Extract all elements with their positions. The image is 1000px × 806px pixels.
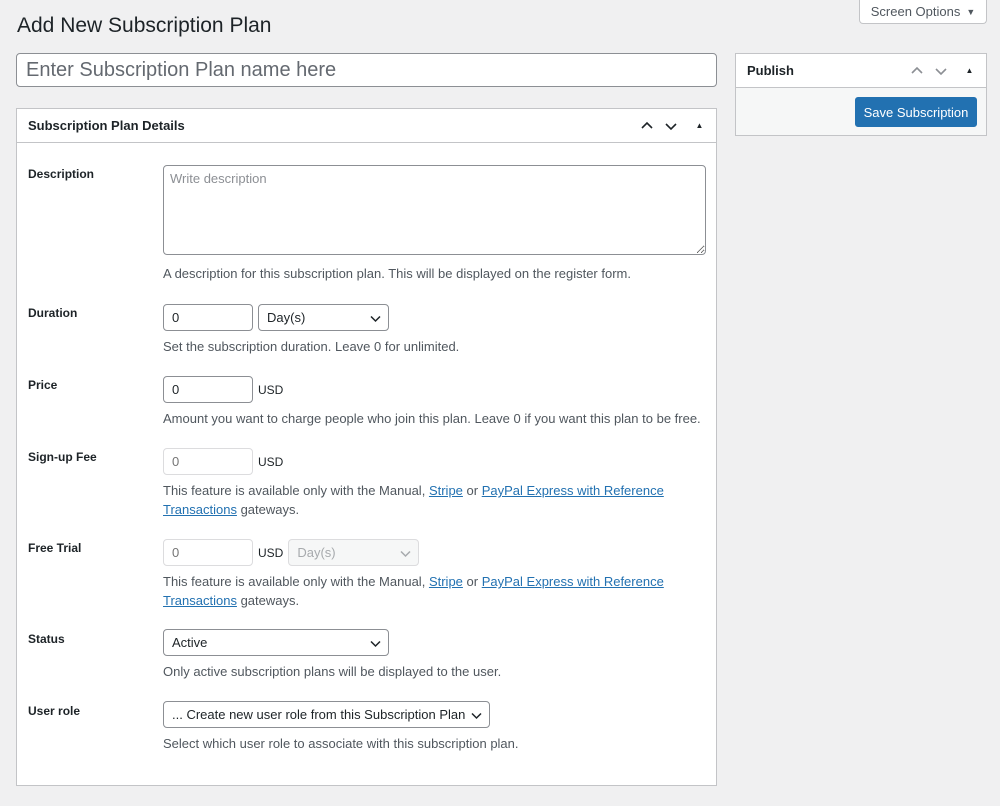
free-trial-input: [163, 539, 253, 566]
details-box-header: Subscription Plan Details ▲: [17, 109, 716, 143]
user-role-value: ... Create new user role from this Subsc…: [172, 707, 466, 722]
price-currency: USD: [258, 382, 284, 397]
free-trial-field: USD Day(s) This feature is available onl…: [163, 539, 664, 610]
paypal-link-continued[interactable]: Transactions: [163, 593, 237, 608]
plan-name-input[interactable]: [16, 53, 717, 87]
free-trial-help-pre: This feature is available only with the …: [163, 574, 426, 589]
move-up-icon[interactable]: [905, 54, 929, 87]
duration-unit-select[interactable]: Day(s): [258, 304, 389, 331]
paypal-link[interactable]: PayPal Express with Reference: [482, 574, 664, 589]
publish-box-body: Save Subscription: [736, 88, 986, 135]
description-help: A description for this subscription plan…: [163, 266, 631, 281]
details-box-title: Subscription Plan Details: [28, 118, 185, 133]
save-subscription-button[interactable]: Save Subscription: [855, 97, 977, 127]
free-trial-unit-value: Day(s): [297, 545, 336, 560]
paypal-link[interactable]: PayPal Express with Reference: [482, 483, 664, 498]
free-trial-help-or: or: [466, 574, 479, 589]
duration-field: Day(s) Set the subscription duration. Le…: [163, 304, 459, 356]
price-input[interactable]: [163, 376, 253, 403]
chevron-down-icon: [400, 550, 411, 558]
signup-fee-field: USD This feature is available only with …: [163, 448, 664, 519]
status-field: Active Only active subscription plans wi…: [163, 629, 501, 681]
chevron-down-icon: [370, 315, 381, 323]
screen-options-button[interactable]: Screen Options ▼: [859, 0, 987, 24]
description-textarea[interactable]: [163, 165, 706, 255]
price-label: Price: [28, 378, 58, 392]
free-trial-help-post: gateways.: [240, 593, 300, 608]
status-help: Only active subscription plans will be d…: [163, 664, 502, 679]
duration-label: Duration: [28, 306, 78, 320]
status-label: Status: [28, 632, 65, 646]
publish-box: Publish ▲ Save Subscription: [735, 53, 987, 136]
user-role-label: User role: [28, 704, 81, 718]
collapse-toggle-icon[interactable]: ▲: [953, 54, 986, 87]
chevron-down-icon: [370, 640, 381, 648]
publish-box-title: Publish: [747, 63, 794, 78]
free-trial-label: Free Trial: [28, 541, 82, 555]
signup-fee-help-or: or: [466, 483, 479, 498]
signup-fee-input: [163, 448, 253, 475]
user-role-select[interactable]: ... Create new user role from this Subsc…: [163, 701, 490, 728]
description-field: A description for this subscription plan…: [163, 165, 706, 283]
signup-fee-help-pre: This feature is available only with the …: [163, 483, 426, 498]
collapse-toggle-icon[interactable]: ▲: [683, 109, 716, 142]
free-trial-unit-select: Day(s): [288, 539, 420, 566]
screen-options-label: Screen Options: [870, 4, 961, 19]
signup-fee-label: Sign-up Fee: [28, 450, 97, 464]
status-select[interactable]: Active: [163, 629, 389, 656]
price-field: USD Amount you want to charge people who…: [163, 376, 701, 428]
move-down-icon[interactable]: [929, 54, 953, 87]
paypal-link-continued[interactable]: Transactions: [163, 502, 237, 517]
details-box-actions: ▲: [635, 109, 716, 142]
signup-fee-currency: USD: [258, 454, 284, 469]
description-label: Description: [28, 167, 95, 181]
signup-fee-help-post: gateways.: [240, 502, 300, 517]
stripe-link[interactable]: Stripe: [429, 574, 463, 589]
chevron-down-icon: [471, 712, 482, 720]
duration-unit-value: Day(s): [267, 310, 306, 325]
free-trial-help: This feature is available only with the …: [163, 572, 664, 610]
price-help: Amount you want to charge people who joi…: [163, 411, 701, 426]
user-role-help: Select which user role to associate with…: [163, 736, 519, 751]
stripe-link[interactable]: Stripe: [429, 483, 463, 498]
subscription-plan-details-box: Subscription Plan Details ▲ Description …: [16, 108, 717, 786]
duration-help: Set the subscription duration. Leave 0 f…: [163, 339, 460, 354]
page-title: Add New Subscription Plan: [17, 14, 272, 37]
status-value: Active: [172, 635, 208, 650]
signup-fee-help: This feature is available only with the …: [163, 481, 664, 519]
duration-input[interactable]: [163, 304, 253, 331]
caret-down-icon: ▼: [966, 6, 976, 17]
move-down-icon[interactable]: [659, 109, 683, 142]
publish-box-actions: ▲: [905, 54, 986, 87]
publish-box-header: Publish ▲: [736, 54, 986, 88]
move-up-icon[interactable]: [635, 109, 659, 142]
user-role-field: ... Create new user role from this Subsc…: [163, 701, 519, 753]
free-trial-currency: USD: [258, 545, 284, 560]
